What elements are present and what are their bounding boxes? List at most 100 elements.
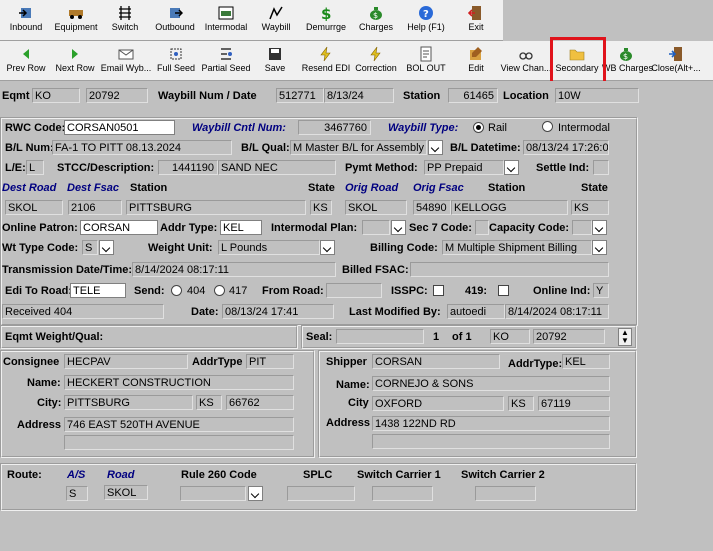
- capacity-dropdown-icon[interactable]: [592, 220, 607, 235]
- close-button[interactable]: Close(Alt+...: [650, 41, 702, 81]
- seal-field[interactable]: [336, 329, 424, 344]
- waybill-type-label: Waybill Type:: [388, 122, 459, 134]
- route-road-field[interactable]: SKOL: [104, 485, 148, 500]
- wt-type-dropdown-icon[interactable]: [99, 240, 114, 255]
- exit-button[interactable]: Exit: [452, 0, 500, 40]
- billed-fsac-field[interactable]: [410, 262, 609, 277]
- rule260-select[interactable]: [180, 486, 246, 501]
- bl-num-field[interactable]: FA-1 TO PITT 08.13.2024: [52, 140, 232, 155]
- waybill-num-field[interactable]: 512771: [276, 88, 324, 103]
- demurrage-button[interactable]: $ Demurrge: [302, 0, 350, 40]
- from-road-field[interactable]: [326, 283, 382, 298]
- dest-fsac-field[interactable]: 2106: [68, 200, 122, 215]
- rwc-input[interactable]: CORSAN0501: [64, 120, 175, 135]
- switch-carrier2-field[interactable]: [475, 486, 536, 501]
- addr-type-input[interactable]: KEL: [220, 220, 262, 235]
- splc-field[interactable]: [287, 486, 355, 501]
- location-field[interactable]: 10W: [555, 88, 639, 103]
- save-button[interactable]: Save: [252, 41, 298, 81]
- charges-button[interactable]: $ Charges: [352, 0, 400, 40]
- intermodal-radio[interactable]: [542, 121, 553, 132]
- le-label: L/E:: [5, 162, 26, 174]
- send-417-radio[interactable]: [214, 285, 225, 296]
- orig-station-label: Station: [488, 182, 526, 194]
- partial-seed-button[interactable]: Partial Seed: [200, 41, 252, 81]
- orig-road-field[interactable]: SKOL: [345, 200, 407, 215]
- orig-fsac-label: Orig Fsac: [413, 182, 464, 194]
- pymt-dropdown-icon[interactable]: [504, 160, 519, 175]
- pymt-select[interactable]: PP Prepaid: [424, 160, 504, 175]
- sec7-field[interactable]: [475, 220, 489, 235]
- dest-road-field[interactable]: SKOL: [5, 200, 63, 215]
- prev-row-button[interactable]: Prev Row: [2, 41, 50, 81]
- isspc-checkbox[interactable]: [433, 285, 444, 296]
- switch-carrier1-label: Switch Carrier 1: [357, 469, 441, 481]
- view-changes-button-label: View Chan...: [500, 63, 552, 73]
- view-changes-button[interactable]: View Chan...: [500, 41, 552, 81]
- resend-edi-button[interactable]: Resend EDI: [300, 41, 352, 81]
- email-waybill-button-label: Email Wyb...: [100, 63, 152, 73]
- wb-charges-button[interactable]: $ WB Charges: [602, 41, 653, 81]
- equipment-button[interactable]: Equipment: [52, 0, 100, 40]
- billing-dropdown-icon[interactable]: [592, 240, 607, 255]
- seal-of-label: of 1: [452, 331, 472, 343]
- station-field[interactable]: 61465: [448, 88, 498, 103]
- rule260-dropdown-icon[interactable]: [248, 486, 263, 501]
- le-field[interactable]: L: [26, 160, 44, 175]
- wt-type-select[interactable]: S: [82, 240, 98, 255]
- spin-down-icon[interactable]: ▼: [619, 337, 631, 345]
- help-button[interactable]: ? Help (F1): [402, 0, 450, 40]
- consignee-code-field[interactable]: HECPAV: [64, 354, 188, 369]
- weight-unit-select[interactable]: L Pounds: [218, 240, 320, 255]
- date-label: Date:: [191, 306, 219, 318]
- shipper-zip-field: 67119: [538, 396, 610, 411]
- wt-type-label: Wt Type Code:: [2, 242, 79, 254]
- consignee-city-field: PITTSBURG: [64, 395, 193, 410]
- waybill-date-field[interactable]: 8/13/24: [324, 88, 394, 103]
- send-417-label: 417: [229, 285, 248, 297]
- orig-fsac-field[interactable]: 54890: [413, 200, 451, 215]
- outbound-button[interactable]: Outbound: [150, 0, 200, 40]
- rail-radio[interactable]: [473, 122, 484, 133]
- eqmt-init-field[interactable]: KO: [32, 88, 80, 103]
- correction-button-label: Correction: [355, 63, 397, 73]
- n419-checkbox[interactable]: [498, 285, 509, 296]
- bl-qual-select[interactable]: M Master B/L for Assembly: [290, 140, 427, 155]
- inbound-button[interactable]: Inbound: [4, 0, 48, 40]
- orig-road-label: Orig Road: [345, 182, 399, 194]
- billing-select[interactable]: M Multiple Shipment Billing: [442, 240, 592, 255]
- intermodal-plan-select[interactable]: [362, 220, 390, 235]
- seal-spinner[interactable]: ▲ ▼: [618, 328, 632, 346]
- stcc-field[interactable]: 1441190: [158, 160, 218, 175]
- last-modified-user-field: autoedi: [447, 304, 505, 319]
- billing-label: Billing Code:: [370, 242, 438, 254]
- online-patron-input[interactable]: CORSAN: [80, 220, 158, 235]
- shipper-addr-type-field[interactable]: KEL: [562, 354, 610, 369]
- next-row-button[interactable]: Next Row: [52, 41, 98, 81]
- capacity-select[interactable]: [572, 220, 592, 235]
- full-seed-button[interactable]: Full Seed: [152, 41, 200, 81]
- bl-qual-dropdown-icon[interactable]: [428, 140, 443, 155]
- shipper-code-field[interactable]: CORSAN: [372, 354, 500, 369]
- edi-input[interactable]: TELE: [70, 283, 126, 298]
- rwc-label: RWC Code:: [5, 122, 66, 134]
- correction-button[interactable]: Correction: [352, 41, 400, 81]
- seal-init-field: KO: [490, 329, 530, 344]
- waybill-button[interactable]: Waybill: [252, 0, 300, 40]
- weight-unit-dropdown-icon[interactable]: [320, 240, 335, 255]
- settle-field[interactable]: [593, 160, 609, 175]
- eqmt-num-field[interactable]: 20792: [86, 88, 148, 103]
- consignee-addr-type-field[interactable]: PIT: [246, 354, 294, 369]
- bl-datetime-field[interactable]: 08/13/24 17:26:00: [523, 140, 609, 155]
- intermodal-button[interactable]: Intermodal: [202, 0, 250, 40]
- send-404-radio[interactable]: [171, 285, 182, 296]
- edit-button[interactable]: Edit: [452, 41, 500, 81]
- bol-out-button[interactable]: BOL OUT: [402, 41, 450, 81]
- route-as-field[interactable]: S: [66, 486, 88, 501]
- switch-button[interactable]: Switch: [102, 0, 148, 40]
- shipper-address-field: 1438 122ND RD: [372, 416, 610, 431]
- switch-carrier1-field[interactable]: [372, 486, 433, 501]
- email-waybill-button[interactable]: Email Wyb...: [100, 41, 152, 81]
- intermodal-plan-dropdown-icon[interactable]: [391, 220, 406, 235]
- next-row-button-label: Next Row: [55, 63, 95, 73]
